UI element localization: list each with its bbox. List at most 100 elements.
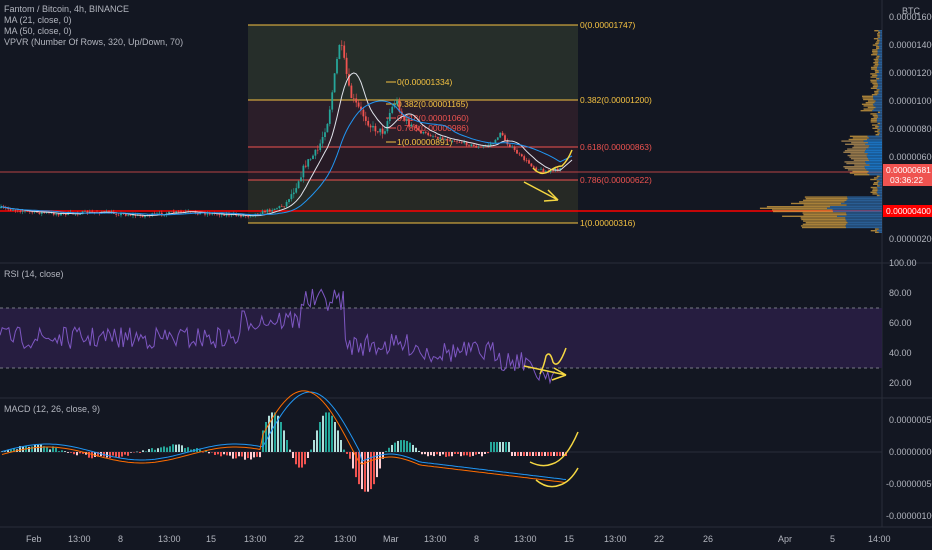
macd-hist-bar [493, 442, 495, 452]
vpvr-row-up [878, 90, 882, 93]
trading-chart[interactable]: 0(0.00001747) 0.382(0.00001200) 0.618(0.… [0, 0, 932, 550]
rsi-legend[interactable]: RSI (14, close) [4, 269, 64, 280]
macd-tick: 0.00000050 [889, 415, 932, 425]
macd-hist-bar [346, 452, 348, 454]
vpvr-row-up [837, 215, 882, 217]
vpvr-row-down [802, 212, 847, 214]
vpvr-row-up [880, 31, 882, 33]
vpvr-row-down [876, 185, 880, 187]
vpvr-row-down [870, 76, 877, 78]
fib-zone [248, 180, 578, 223]
vpvr-row-up [878, 38, 882, 40]
macd-hist-bar [241, 452, 243, 457]
vpvr-row-down [872, 188, 878, 190]
candle-body [412, 124, 415, 126]
macd-legend[interactable]: MACD (12, 26, close, 9) [4, 404, 100, 415]
vpvr-legend[interactable]: VPVR (Number Of Rows, 320, Up/Down, 70) [4, 37, 183, 48]
macd-hist-bar [520, 452, 522, 456]
price-axis[interactable]: 0.00001600 0.00001400 0.00001200 0.00001… [883, 12, 932, 244]
ma21-legend[interactable]: MA (21, close, 0) [4, 15, 72, 26]
rsi-tick: 60.00 [889, 318, 912, 328]
macd-hist-bar [64, 451, 66, 452]
macd-hist-bar [343, 449, 345, 452]
macd-hist-bar [172, 444, 174, 452]
vpvr-row-up [878, 62, 882, 64]
vpvr-row-down [874, 130, 879, 133]
vpvr-row-down [867, 106, 876, 109]
candle-body [542, 168, 545, 173]
vpvr-row-up [866, 154, 882, 157]
macd-hist-bar [133, 452, 135, 453]
rsi-band [0, 308, 882, 368]
candle-body [57, 213, 60, 216]
candle-body [477, 146, 480, 148]
vpvr-row-down [870, 191, 877, 193]
macd-hist-bar [49, 449, 51, 452]
time-tick: 13:00 [158, 534, 181, 544]
candle-body [513, 146, 516, 150]
vpvr-row-down [803, 220, 847, 222]
vpvr-row-down [875, 134, 880, 136]
vpvr-row-up [879, 46, 882, 48]
candle-body [340, 44, 343, 46]
vpvr-row-up [841, 202, 882, 205]
price-tick: 0.00000600 [889, 152, 932, 162]
vpvr-row-up [847, 222, 882, 224]
vpvr-row-up [868, 137, 882, 139]
macd-hist-bar [247, 452, 249, 459]
macd-hist-bar [472, 452, 474, 456]
candle-body [408, 119, 410, 127]
candle-body [290, 194, 293, 200]
vpvr-row-up [877, 52, 882, 54]
candle-body [415, 124, 418, 129]
rsi-tick: 100.00 [889, 258, 917, 268]
candle-body [127, 215, 130, 216]
macd-hist-bar [274, 412, 276, 452]
vpvr-row-up [876, 81, 882, 83]
macd-hist-bar [295, 452, 297, 465]
macd-hist-bar [412, 444, 414, 452]
candle-body [268, 209, 271, 212]
macd-hist-bar [184, 448, 186, 452]
vpvr-row-up [873, 98, 882, 101]
time-tick: Feb [26, 534, 42, 544]
vpvr-row-up [869, 174, 882, 176]
macd-hist-bar [127, 452, 129, 456]
candle-body [381, 128, 384, 134]
vpvr-row-up [876, 73, 882, 75]
vpvr-row-down [854, 164, 870, 166]
price-tick: 0.00000200 [889, 234, 932, 244]
candle-body [302, 165, 305, 178]
vpvr-row-up [879, 41, 882, 43]
vpvr-row-up [865, 162, 882, 165]
vpvr-row-down [801, 218, 846, 221]
vpvr-row-up [865, 167, 882, 169]
macd-hist-bar [304, 452, 306, 465]
candle-body [386, 121, 389, 132]
candle-body [249, 216, 252, 218]
candle-body [405, 119, 408, 121]
candle-body [535, 167, 538, 170]
vpvr-row-up [832, 209, 882, 211]
macd-hist-bar [475, 452, 477, 455]
vpvr-row-up [864, 166, 882, 168]
vpvr-row-down [799, 201, 845, 203]
macd-hist-bar [142, 450, 144, 452]
macd-hist-bar [559, 452, 561, 456]
macd-hist-bar [469, 452, 471, 457]
symbol-legend[interactable]: Fantom / Bitcoin, 4h, BINANCE [4, 4, 129, 15]
vpvr-row-up [877, 54, 882, 56]
vpvr-row-down [871, 118, 878, 120]
vpvr-row-up [877, 86, 882, 88]
macd-hist-bar [310, 449, 312, 452]
candle-body [530, 163, 533, 167]
vpvr-row-up [846, 214, 882, 216]
macd-hist-bar [502, 442, 504, 452]
macd-hist-bar [328, 412, 330, 452]
macd-hist-bar [169, 446, 171, 452]
macd-hist-bar [523, 452, 525, 456]
macd-hist-bar [28, 446, 30, 452]
vpvr-row-down [871, 124, 878, 126]
ma50-legend[interactable]: MA (50, close, 0) [4, 26, 72, 37]
candle-body [300, 177, 302, 182]
